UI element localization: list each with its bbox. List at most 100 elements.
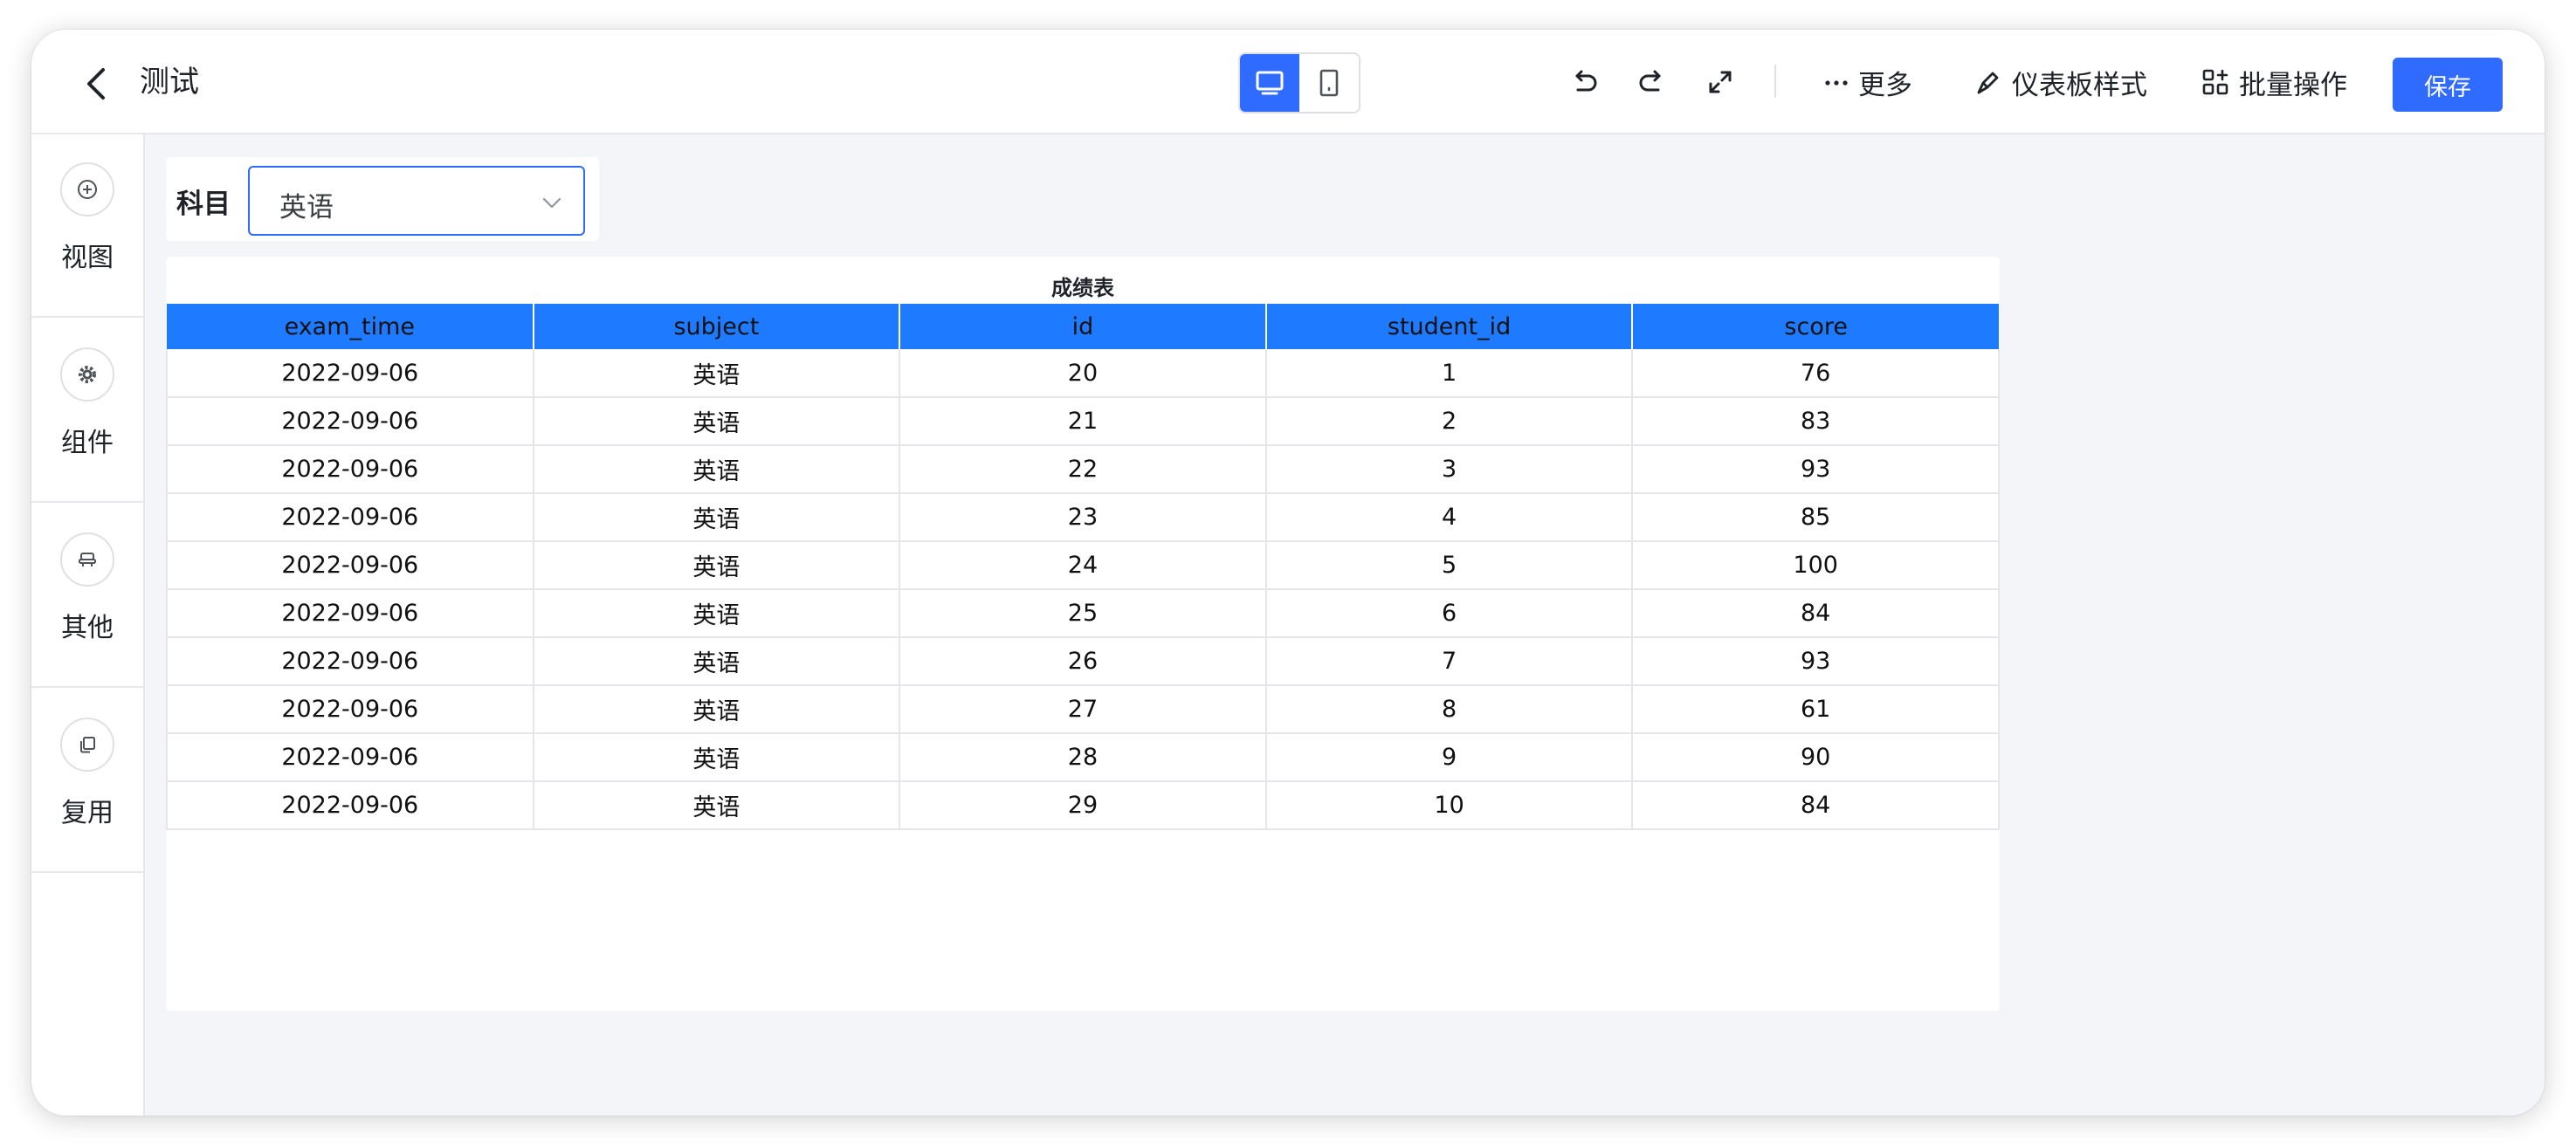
table-row: 2022-09-06 英语 29 10 84 — [167, 781, 1999, 829]
monitor-icon — [1255, 68, 1285, 98]
table-row: 2022-09-06 英语 24 5 100 — [167, 541, 1999, 589]
table-cell: 2022-09-06 — [167, 493, 534, 541]
table-cell: 23 — [899, 493, 1266, 541]
page-title: 测试 — [140, 61, 199, 103]
table-row: 2022-09-06 英语 25 6 84 — [167, 589, 1999, 637]
table-cell: 25 — [899, 589, 1266, 637]
save-button[interactable]: 保存 — [2393, 58, 2503, 112]
device-toggle — [1238, 52, 1360, 113]
left-sidebar: 视图 组件 其他 — [31, 134, 145, 1116]
table-cell: 21 — [899, 397, 1266, 445]
sidebar-item-components[interactable]: 组件 — [31, 319, 143, 503]
table-header-row: exam_time subject id student_id score — [167, 304, 1999, 349]
table-cell: 90 — [1632, 733, 1999, 781]
expand-icon — [1703, 65, 1738, 100]
fullscreen-button[interactable] — [1703, 65, 1738, 100]
table-cell: 24 — [899, 541, 1266, 589]
table-cell: 22 — [899, 445, 1266, 493]
table-cell: 2022-09-06 — [167, 445, 534, 493]
table-cell: 英语 — [534, 349, 900, 397]
gear-icon — [60, 347, 114, 402]
table-cell: 20 — [899, 349, 1266, 397]
subject-select[interactable]: 英语 — [248, 166, 585, 236]
dashboard-style-label: 仪表板样式 — [2012, 63, 2147, 102]
column-header[interactable]: id — [899, 304, 1266, 349]
table-cell: 26 — [899, 637, 1266, 685]
top-toolbar: 测试 — [31, 30, 2545, 134]
chair-icon — [60, 532, 114, 587]
app-window: 测试 — [31, 30, 2545, 1116]
table-cell: 2022-09-06 — [167, 349, 534, 397]
table-cell: 29 — [899, 781, 1266, 829]
table-row: 2022-09-06 英语 21 2 83 — [167, 397, 1999, 445]
table-row: 2022-09-06 英语 26 7 93 — [167, 637, 1999, 685]
chevron-left-icon — [73, 59, 122, 108]
table-cell: 84 — [1632, 781, 1999, 829]
back-button[interactable] — [73, 59, 122, 108]
sidebar-item-other[interactable]: 其他 — [31, 505, 143, 688]
mobile-icon — [1314, 68, 1344, 98]
table-cell: 英语 — [534, 397, 900, 445]
table-cell: 3 — [1266, 445, 1633, 493]
table-cell: 93 — [1632, 637, 1999, 685]
table-cell: 2022-09-06 — [167, 541, 534, 589]
batch-ops-button[interactable]: 批量操作 — [2201, 61, 2347, 103]
more-button[interactable]: 更多 — [1823, 61, 1912, 103]
copy-icon — [60, 718, 114, 772]
column-header[interactable]: student_id — [1266, 304, 1633, 349]
table-cell: 8 — [1266, 685, 1633, 733]
table-cell: 28 — [899, 733, 1266, 781]
toolbar-divider — [1774, 65, 1776, 98]
desktop-view-button[interactable] — [1240, 54, 1299, 112]
table-row: 2022-09-06 英语 20 1 76 — [167, 349, 1999, 397]
column-header[interactable]: exam_time — [167, 304, 534, 349]
redo-button[interactable] — [1635, 65, 1670, 100]
sidebar-item-reuse[interactable]: 复用 — [31, 690, 143, 873]
table-cell: 85 — [1632, 493, 1999, 541]
table-cell: 5 — [1266, 541, 1633, 589]
mobile-view-button[interactable] — [1299, 54, 1359, 112]
table-cell: 4 — [1266, 493, 1633, 541]
grid-icon — [2201, 67, 2230, 97]
table-cell: 英语 — [534, 589, 900, 637]
sidebar-item-view[interactable]: 视图 — [31, 134, 143, 318]
table-cell: 10 — [1266, 781, 1633, 829]
column-header[interactable]: score — [1632, 304, 1999, 349]
table-cell: 2022-09-06 — [167, 781, 534, 829]
table-cell: 61 — [1632, 685, 1999, 733]
more-label: 更多 — [1858, 63, 1912, 102]
undo-icon — [1567, 65, 1601, 100]
table-cell: 83 — [1632, 397, 1999, 445]
table-cell: 2022-09-06 — [167, 397, 534, 445]
subject-filter: 科目 英语 — [166, 157, 599, 241]
column-header[interactable]: subject — [534, 304, 900, 349]
table-title: 成绩表 — [166, 271, 2000, 301]
table-row: 2022-09-06 英语 22 3 93 — [167, 445, 1999, 493]
sidebar-item-label: 其他 — [61, 606, 114, 644]
score-table: exam_time subject id student_id score 20… — [166, 304, 2000, 830]
table-cell: 2022-09-06 — [167, 637, 534, 685]
table-cell: 2022-09-06 — [167, 685, 534, 733]
filter-label: 科目 — [176, 182, 231, 221]
table-cell: 英语 — [534, 493, 900, 541]
table-cell: 2022-09-06 — [167, 589, 534, 637]
plus-circle-icon — [60, 162, 114, 216]
table-cell: 7 — [1266, 637, 1633, 685]
dashboard-canvas: 科目 英语 成绩表 exam_time subject id student_i… — [145, 134, 2545, 1116]
table-row: 2022-09-06 英语 23 4 85 — [167, 493, 1999, 541]
table-row: 2022-09-06 英语 27 8 61 — [167, 685, 1999, 733]
table-cell: 9 — [1266, 733, 1633, 781]
sidebar-item-label: 视图 — [61, 236, 114, 274]
table-cell: 84 — [1632, 589, 1999, 637]
dashboard-style-button[interactable]: 仪表板样式 — [1972, 61, 2147, 103]
more-dots-icon — [1823, 69, 1849, 95]
table-cell: 27 — [899, 685, 1266, 733]
table-cell: 6 — [1266, 589, 1633, 637]
score-table-widget[interactable]: 成绩表 exam_time subject id student_id scor… — [166, 257, 2000, 1011]
sidebar-item-label: 复用 — [61, 791, 114, 829]
undo-button[interactable] — [1567, 65, 1601, 100]
sidebar-item-label: 组件 — [61, 421, 114, 459]
chevron-down-icon — [540, 190, 564, 215]
table-cell: 英语 — [534, 637, 900, 685]
table-cell: 1 — [1266, 349, 1633, 397]
